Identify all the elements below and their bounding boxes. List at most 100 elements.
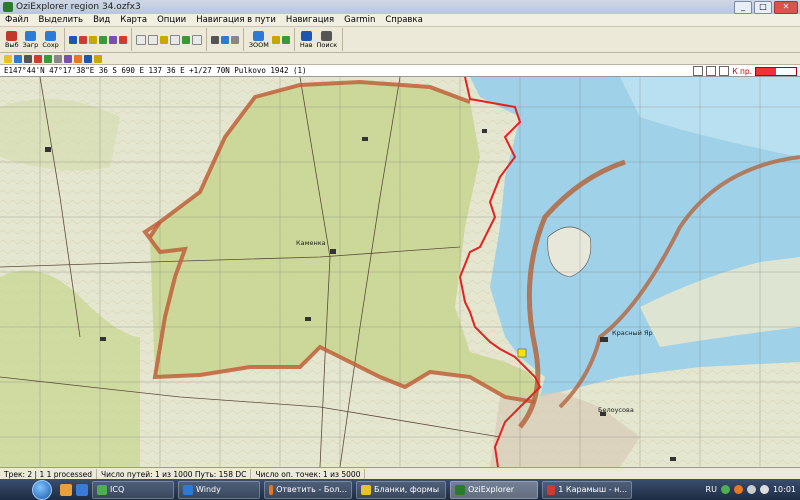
language-indicator[interactable]: RU [706, 485, 717, 494]
tool-purple-icon[interactable] [64, 54, 72, 63]
properties-icon[interactable] [147, 34, 158, 45]
text-icon[interactable] [159, 35, 168, 44]
zoom-icon [253, 30, 265, 41]
quicklaunch-folder-icon[interactable] [60, 483, 72, 496]
place-label-kamenka: Каменка [296, 239, 326, 247]
toolbar-group-edit [132, 28, 207, 51]
firefox-icon [269, 484, 274, 495]
oziexplorer-app-icon [3, 2, 13, 12]
taskbar-item-reply[interactable]: Ответить - Бол... [264, 480, 352, 499]
zoom-button[interactable]: ЗООМ [249, 29, 269, 51]
scale-label: К пр. [732, 66, 752, 76]
document-icon [547, 484, 556, 495]
coordinate-bar-controls: К пр. [693, 66, 797, 76]
layer-icon[interactable] [181, 35, 190, 44]
map-canvas[interactable] [0, 77, 800, 467]
track-icon[interactable] [78, 35, 87, 44]
coordinate-bar: E147°44'N 47°17'38"E 36 S 690 E 137 36 E… [0, 65, 800, 77]
load-icon [24, 30, 36, 41]
list-icon[interactable] [135, 34, 146, 45]
route-icon[interactable] [88, 35, 97, 44]
menu-help[interactable]: Справка [380, 14, 427, 26]
tray-network-icon[interactable] [746, 485, 756, 494]
checkbox-3[interactable] [719, 66, 730, 76]
toolbar-group-zoom: ЗООМ [244, 28, 295, 51]
tool-dark-icon[interactable] [24, 54, 32, 63]
coordinate-readout: E147°44'N 47°17'38"E 36 S 690 E 137 36 E… [4, 66, 307, 75]
window-icon[interactable] [191, 34, 202, 45]
hand-icon[interactable] [220, 35, 229, 44]
menu-bar: Файл Выделить Вид Карта Опции Навигация … [0, 14, 800, 27]
toolbar-group-nav: Нав Поиск [295, 28, 344, 51]
tray-app-icon[interactable] [733, 485, 743, 494]
menu-file[interactable]: Файл [0, 14, 33, 26]
tool-green-icon[interactable] [44, 54, 52, 63]
measure-icon[interactable] [230, 35, 239, 44]
toolbar-group-file: Выб Загр Сохр [0, 28, 65, 51]
select-button[interactable]: Выб [5, 29, 19, 51]
taskbar-item-oziexplorer[interactable]: OziExplorer [450, 480, 538, 499]
tool-orange-icon[interactable] [74, 54, 82, 63]
save-button[interactable]: Сохр [42, 29, 59, 51]
status-tracks: Трек: 2 | 1 1 processed [0, 468, 97, 480]
quicklaunch-browser-icon[interactable] [76, 483, 88, 496]
place-label-belousova: Белоусова [598, 406, 634, 414]
taskbar-item-karamysh[interactable]: 1 Карамыш - н... [542, 480, 632, 499]
scale-bar-icon [755, 66, 797, 76]
pointer-icon[interactable] [210, 35, 219, 44]
system-tray: RU 10:01 [702, 479, 800, 500]
menu-view[interactable]: Вид [88, 14, 115, 26]
taskbar-item-icq[interactable]: ICQ [92, 480, 174, 499]
menu-navigation[interactable]: Навигация [281, 14, 339, 26]
navigate-icon [300, 30, 312, 41]
event-icon[interactable] [98, 35, 107, 44]
close-button[interactable]: ✕ [774, 1, 798, 14]
checkbox-2[interactable] [706, 66, 717, 76]
select-icon [6, 30, 18, 41]
load-button[interactable]: Загр [23, 29, 38, 51]
save-icon [45, 30, 57, 41]
mapfeature-icon[interactable] [108, 35, 117, 44]
checkbox-1[interactable] [693, 66, 704, 76]
menu-options[interactable]: Опции [152, 14, 191, 26]
status-waypoints: Число оп. точек: 1 из 5000 [251, 468, 366, 480]
tool-olive-icon[interactable] [94, 54, 102, 63]
taskbar-item-windy[interactable]: Windy [178, 480, 260, 499]
title-bar: OziExplorer region 34.ozfx3 _ □ ✕ [0, 0, 800, 14]
grid-icon[interactable] [169, 34, 180, 45]
place-label-krasny-yar: Красный Яр [612, 329, 653, 337]
forest-patch-northwest [0, 99, 120, 171]
toolbar-group-tools [207, 28, 244, 51]
track-marker[interactable] [517, 348, 527, 358]
menu-garmin[interactable]: Garmin [339, 14, 380, 26]
tool-blue-icon[interactable] [14, 54, 22, 63]
tool-gray-icon[interactable] [54, 54, 62, 63]
toolbar-group-objects [65, 28, 132, 51]
tray-icq-icon[interactable] [720, 485, 730, 494]
delete-icon[interactable] [118, 35, 127, 44]
center-icon[interactable] [271, 35, 280, 44]
tool-navy-icon[interactable] [84, 54, 92, 63]
map-view[interactable]: Красный Яр Каменка Белоусова [0, 77, 800, 467]
status-routes: Число путей: 1 из 1000 Путь: 158 DC [97, 468, 252, 480]
find-button[interactable]: Поиск [317, 29, 337, 51]
arrows-icon[interactable] [281, 35, 290, 44]
menu-moving-map[interactable]: Навигация в пути [191, 14, 281, 26]
minimize-button[interactable]: _ [734, 1, 752, 14]
start-button[interactable] [32, 479, 52, 500]
menu-select[interactable]: Выделить [33, 14, 88, 26]
folder-icon [361, 484, 371, 495]
windows-taskbar: ICQ Windy Ответить - Бол... Бланки, форм… [0, 479, 800, 500]
maximize-button[interactable]: □ [754, 1, 772, 14]
secondary-toolbar [0, 53, 800, 65]
clock[interactable]: 10:01 [773, 485, 796, 494]
tray-volume-icon[interactable] [759, 485, 769, 494]
navigate-button[interactable]: Нав [300, 29, 313, 51]
taskbar-item-forms[interactable]: Бланки, формы [356, 480, 446, 499]
menu-map[interactable]: Карта [115, 14, 152, 26]
find-icon [321, 30, 333, 41]
tool-yellow-icon[interactable] [4, 54, 12, 63]
tool-red-icon[interactable] [34, 54, 42, 63]
waypoint-icon[interactable] [68, 35, 77, 44]
window-controls: _ □ ✕ [734, 1, 798, 14]
